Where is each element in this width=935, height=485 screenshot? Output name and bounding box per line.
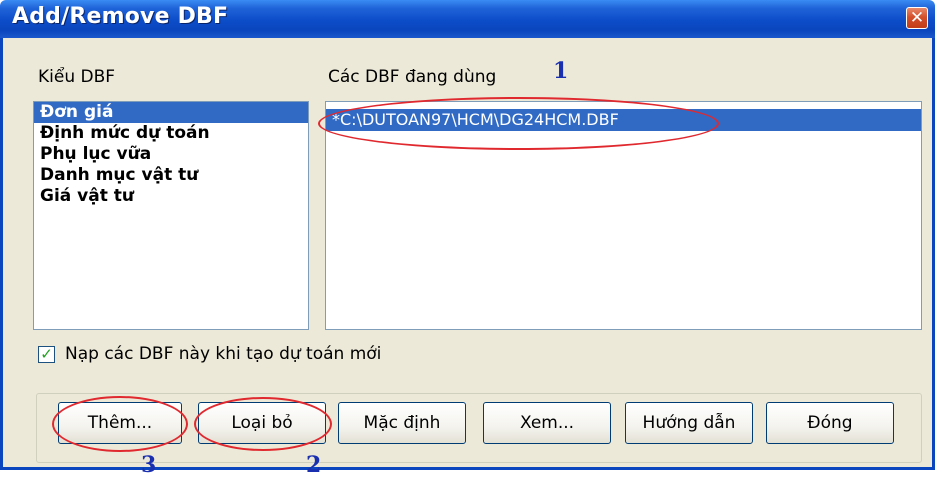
type-list-item[interactable]: Phụ lục vữa: [34, 144, 308, 165]
load-dbf-checkbox[interactable]: ✓: [38, 345, 55, 363]
annotation-number-3: 3: [141, 452, 157, 478]
dbf-in-use-label: Các DBF đang dùng: [328, 67, 497, 87]
type-list-item[interactable]: Danh mục vật tư: [34, 165, 308, 186]
checkmark-icon: ✓: [40, 345, 53, 363]
annotation-ellipse-remove: [194, 397, 332, 451]
type-list-item[interactable]: Giá vật tư: [34, 186, 308, 207]
help-button[interactable]: Hướng dẫn: [625, 402, 753, 444]
load-dbf-checkbox-label[interactable]: Nạp các DBF này khi tạo dự toán mới: [65, 344, 381, 364]
window-title: Add/Remove DBF: [12, 4, 229, 29]
type-list-item[interactable]: Đơn giá: [34, 102, 308, 123]
close-icon: ✕: [909, 8, 925, 28]
close-window-button[interactable]: ✕: [906, 7, 928, 29]
annotation-ellipse-file: [318, 97, 719, 150]
annotation-number-1: 1: [553, 58, 569, 84]
title-bar[interactable]: Add/Remove DBF ✕: [0, 0, 935, 38]
dbf-type-list[interactable]: Đơn giá Định mức dự toán Phụ lục vữa Dan…: [33, 101, 309, 330]
add-remove-dbf-dialog: Add/Remove DBF ✕ Kiểu DBF Các DBF đang d…: [0, 0, 935, 478]
view-button[interactable]: Xem...: [483, 402, 611, 444]
annotation-number-2: 2: [306, 452, 322, 478]
close-button[interactable]: Đóng: [766, 402, 894, 444]
annotation-ellipse-add: [52, 396, 188, 452]
dbf-type-label: Kiểu DBF: [38, 67, 116, 87]
default-button[interactable]: Mặc định: [338, 402, 466, 444]
type-list-item[interactable]: Định mức dự toán: [34, 123, 308, 144]
